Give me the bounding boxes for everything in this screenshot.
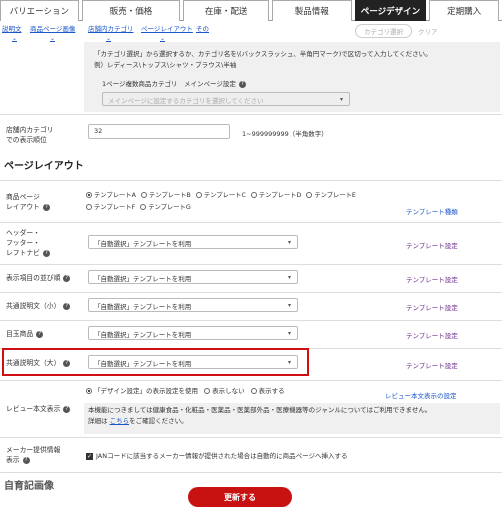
common-desc-small-select[interactable]: 「自動選択」テンプレートを利用 ▾ xyxy=(88,298,298,312)
review-use-design-radio[interactable]: 「デザイン設定」の表示設定を使用 xyxy=(86,387,198,395)
template-types-link[interactable]: テンプレート種類 xyxy=(406,206,458,216)
header-footer-template-settings-link[interactable]: テンプレート設定 xyxy=(406,240,458,250)
review-options: 「デザイン設定」の表示設定を使用 表示しない 表示する xyxy=(86,385,285,395)
maker-info-checkbox[interactable]: ✓ JANコードに該当するメーカー情報が提供された場合は自動的に商品ページへ挿入す… xyxy=(86,450,347,460)
template-g-radio[interactable]: テンプレートG xyxy=(140,204,191,211)
subnav-other[interactable]: その xyxy=(196,23,209,33)
help-icon[interactable]: ? xyxy=(36,330,44,338)
tab-product-info[interactable]: 製品情報 xyxy=(271,0,352,21)
help-icon[interactable]: ? xyxy=(63,405,71,413)
template-f-radio[interactable]: テンプレートF xyxy=(86,204,135,211)
multi-category-label: 1ページ複数商品カテゴリ メインページ設定? xyxy=(102,78,246,88)
chevron-down-icon: ⌄ xyxy=(106,35,112,42)
help-icon[interactable]: ? xyxy=(42,249,50,257)
header-footer-label: ヘッダー・ フッター・ レフトナビ? xyxy=(6,228,50,258)
featured-product-settings-link[interactable]: テンプレート設定 xyxy=(406,330,458,340)
category-help-text: 「カテゴリ選択」から選択するか、カテゴリ名を\(バックスラッシュ、半角円マーク)… xyxy=(94,50,432,58)
item-order-template-select[interactable]: 「自動選択」テンプレートを利用 ▾ xyxy=(88,270,298,284)
page-layout-heading: ページレイアウト xyxy=(4,161,84,172)
category-select-button[interactable]: カテゴリ選択 xyxy=(355,24,412,38)
help-icon[interactable]: ? xyxy=(22,456,30,464)
tab-subscription[interactable]: 定期購入 xyxy=(429,0,499,21)
template-d-radio[interactable]: テンプレートD xyxy=(250,192,301,199)
review-settings-link[interactable]: レビュー本文表示の設定 xyxy=(385,390,457,400)
template-b-radio[interactable]: テンプレートB xyxy=(140,192,191,199)
update-button[interactable]: 更新する xyxy=(188,487,292,507)
highlight-box xyxy=(2,348,309,376)
review-show-radio[interactable]: 表示する xyxy=(250,387,285,395)
common-desc-large-settings-link[interactable]: テンプレート設定 xyxy=(406,360,458,370)
display-order-label: 店舗内カテゴリ での表示順位 xyxy=(6,126,54,144)
chevron-down-icon: ▾ xyxy=(287,239,291,246)
featured-product-label: 目玉商品? xyxy=(6,329,44,339)
review-notice: 本機能につきましては健康食品・化粧品・医薬品・医薬部外品・医療機器等のジャンルに… xyxy=(84,403,500,434)
chevron-down-icon: ▾ xyxy=(287,330,291,337)
chevron-down-icon: ⌄ xyxy=(160,35,166,42)
help-icon[interactable]: ? xyxy=(42,203,50,211)
help-icon[interactable]: ? xyxy=(63,274,71,282)
subnav-store-category[interactable]: 店舗内カテゴリ xyxy=(88,23,134,33)
main-page-category-select[interactable]: メインページに設定するカテゴリを選択してください ▾ xyxy=(102,92,350,106)
tab-variation[interactable]: バリエーション xyxy=(0,0,79,21)
review-hide-radio[interactable]: 表示しない xyxy=(204,387,245,395)
subnav-page-layout[interactable]: ページレイアウト xyxy=(141,23,193,33)
clear-button[interactable]: クリア xyxy=(418,26,438,36)
help-icon[interactable]: ? xyxy=(238,80,246,88)
featured-product-select[interactable]: 「自動選択」テンプレートを利用 ▾ xyxy=(88,326,298,340)
display-order-input[interactable]: 32 xyxy=(88,124,230,139)
item-order-template-settings-link[interactable]: テンプレート設定 xyxy=(406,274,458,284)
chevron-down-icon: ▾ xyxy=(287,274,291,281)
chevron-down-icon: ⌄ xyxy=(50,35,56,42)
header-footer-template-select[interactable]: 「自動選択」テンプレートを利用 ▾ xyxy=(88,235,298,249)
chevron-down-icon: ▾ xyxy=(287,302,291,309)
common-desc-small-settings-link[interactable]: テンプレート設定 xyxy=(406,302,458,312)
subnav-product-images[interactable]: 商品ページ画像 xyxy=(30,23,75,33)
tab-sales-price[interactable]: 販売・価格 xyxy=(81,0,181,21)
checkmark-icon: ✓ xyxy=(86,452,93,460)
template-c-radio[interactable]: テンプレートC xyxy=(195,192,246,199)
help-icon[interactable]: ? xyxy=(63,302,71,310)
item-order-label: 表示項目の並び順? xyxy=(6,273,71,283)
details-link[interactable]: こちら xyxy=(110,417,130,425)
tab-page-design[interactable]: ページデザイン xyxy=(354,0,427,21)
chevron-down-icon: ▾ xyxy=(339,96,343,103)
template-e-radio[interactable]: テンプレートE xyxy=(306,192,356,199)
product-layout-label: 商品ページ レイアウト? xyxy=(6,192,50,212)
category-example-text: 例）レディース\トップス\シャツ・ブラウス\半袖 xyxy=(94,61,237,69)
review-label: レビュー本文表示? xyxy=(6,404,71,414)
chevron-down-icon: ⌄ xyxy=(12,35,18,42)
maker-info-label: メーカー提供情報 表示? xyxy=(6,446,61,464)
layout-template-options-row1: テンプレートA テンプレートB テンプレートC テンプレートD テンプレートE xyxy=(86,190,356,199)
template-a-radio[interactable]: テンプレートA xyxy=(86,192,136,199)
tab-bar: バリエーション 販売・価格 在庫・配送 製品情報 ページデザイン 定期購入 xyxy=(0,0,502,21)
display-order-hint: 1~999999999（半角数字） xyxy=(242,130,328,138)
next-section-heading: 自育記画像 xyxy=(4,481,54,492)
tab-stock-shipping[interactable]: 在庫・配送 xyxy=(183,0,269,21)
layout-template-options-row2: テンプレートF テンプレートG xyxy=(86,202,191,211)
common-desc-small-label: 共通説明文（小）? xyxy=(6,301,71,311)
subnav-description[interactable]: 説明文 xyxy=(2,23,22,33)
